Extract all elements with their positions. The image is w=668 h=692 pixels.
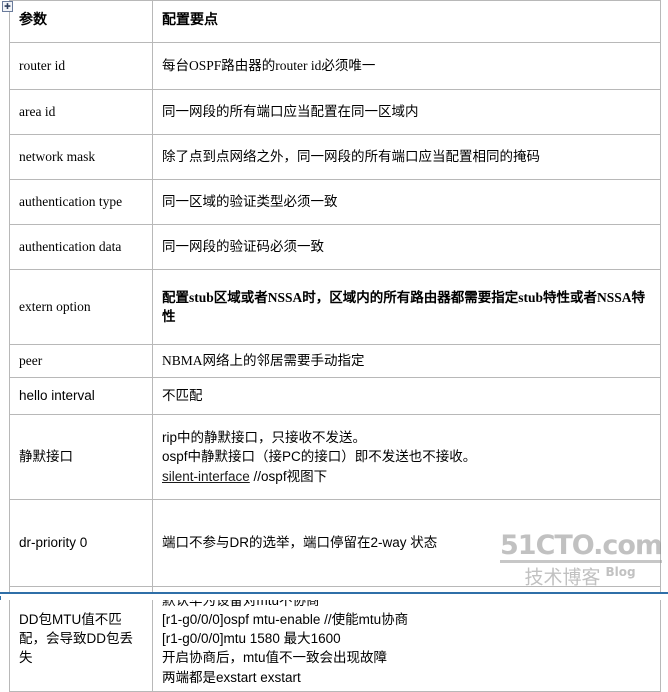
- desc-line: 同一区域的验证类型必须一致: [162, 194, 338, 210]
- row-desc-cell: 同一网段的所有端口应当配置在同一区域内: [152, 89, 661, 135]
- row-param-cell: extern option: [9, 269, 153, 345]
- table-row: extern option 配置stub区域或者NSSA时，区域内的所有路由器都需…: [9, 269, 661, 345]
- desc-line: NBMA网络上的邻居需要手动指定: [162, 353, 365, 369]
- row-param-cell: DD包MTU值不匹配，会导致DD包丢失: [9, 586, 153, 692]
- row-param-cell: router id: [9, 42, 153, 90]
- column-header-param: 参数: [9, 0, 153, 43]
- table-row: DD包MTU值不匹配，会导致DD包丢失 默认华为设备对mtu不协商 [r1-g0/0…: [9, 586, 661, 692]
- row-param-cell: dr-priority 0: [9, 499, 153, 587]
- table-row: dr-priority 0 端口不参与DR的选举，端口停留在2-way 状态: [9, 499, 661, 587]
- scrollbar-thumb[interactable]: [0, 596, 1, 600]
- desc-line: rip中的静默接口，只接收不发送。: [162, 430, 367, 446]
- row-desc-cell: 默认华为设备对mtu不协商 [r1-g0/0/0]ospf mtu-enable …: [152, 586, 661, 692]
- row-param-cell: authentication data: [9, 224, 153, 270]
- desc-line: silent-interface //ospf视图下: [162, 468, 328, 484]
- desc-line: 每台OSPF路由器的router id必须唯一: [162, 58, 376, 74]
- table-row: authentication data 同一网段的验证码必须一致: [9, 224, 661, 270]
- desc-line: [r1-g0/0/0]mtu 1580 最大1600: [162, 631, 341, 647]
- row-param-cell: authentication type: [9, 179, 153, 225]
- row-desc-cell: 除了点到点网络之外，同一网段的所有端口应当配置相同的掩码: [152, 134, 661, 180]
- desc-line: [r1-g0/0/0]ospf mtu-enable //使能mtu协商: [162, 612, 409, 628]
- row-desc-cell: 同一区域的验证类型必须一致: [152, 179, 661, 225]
- row-desc-cell: 不匹配: [152, 377, 661, 415]
- desc-line: 两端都是exstart exstart: [162, 669, 301, 685]
- row-param-cell: 静默接口: [9, 414, 153, 500]
- desc-line: 配置stub区域或者NSSA时，区域内的所有路由器都需要指定stub特性或者NS…: [162, 289, 646, 324]
- column-header-desc: 配置要点: [152, 0, 661, 43]
- desc-line: ospf中静默接口（接PC的接口）即不发送也不接收。: [162, 449, 477, 465]
- row-param-cell: network mask: [9, 134, 153, 180]
- row-desc-cell: 每台OSPF路由器的router id必须唯一: [152, 42, 661, 90]
- horizontal-scrollbar[interactable]: [0, 592, 668, 600]
- desc-line: 同一网段的验证码必须一致: [162, 239, 324, 255]
- table-row: 静默接口 rip中的静默接口，只接收不发送。 ospf中静默接口（接PC的接口）即不…: [9, 414, 661, 500]
- row-param-cell: hello interval: [9, 377, 153, 415]
- table-row: area id 同一网段的所有端口应当配置在同一区域内: [9, 89, 661, 135]
- table-row: network mask 除了点到点网络之外，同一网段的所有端口应当配置相同的掩码: [9, 134, 661, 180]
- silent-interface-command[interactable]: silent-interface: [162, 469, 250, 484]
- table-header-row: 参数 配置要点: [9, 0, 661, 43]
- row-desc-cell: 端口不参与DR的选举，端口停留在2-way 状态: [152, 499, 661, 587]
- desc-line: 同一网段的所有端口应当配置在同一区域内: [162, 104, 419, 120]
- table-row: authentication type 同一区域的验证类型必须一致: [9, 179, 661, 225]
- row-param-cell: peer: [9, 344, 153, 378]
- desc-line: 除了点到点网络之外，同一网段的所有端口应当配置相同的掩码: [162, 149, 540, 165]
- row-desc-cell: NBMA网络上的邻居需要手动指定: [152, 344, 661, 378]
- row-param-cell: area id: [9, 89, 153, 135]
- row-desc-cell: rip中的静默接口，只接收不发送。 ospf中静默接口（接PC的接口）即不发送也不…: [152, 414, 661, 500]
- table-row: router id 每台OSPF路由器的router id必须唯一: [9, 42, 661, 90]
- ospf-configuration-table: 参数 配置要点 router id 每台OSPF路由器的router id必须唯一…: [9, 0, 661, 692]
- table-row: peer NBMA网络上的邻居需要手动指定: [9, 344, 661, 378]
- row-desc-cell: 配置stub区域或者NSSA时，区域内的所有路由器都需要指定stub特性或者NS…: [152, 269, 661, 345]
- desc-line: 开启协商后，mtu值不一致会出现故障: [162, 650, 388, 666]
- table-move-handle-icon[interactable]: ✚: [2, 1, 13, 12]
- desc-line: 端口不参与DR的选举，端口停留在2-way 状态: [162, 535, 438, 551]
- row-desc-cell: 同一网段的验证码必须一致: [152, 224, 661, 270]
- document-canvas: ✚ 参数 配置要点 router id 每台OSPF路由器的router id必须…: [0, 0, 668, 692]
- table-row: hello interval 不匹配: [9, 377, 661, 415]
- desc-line: 不匹配: [162, 388, 203, 404]
